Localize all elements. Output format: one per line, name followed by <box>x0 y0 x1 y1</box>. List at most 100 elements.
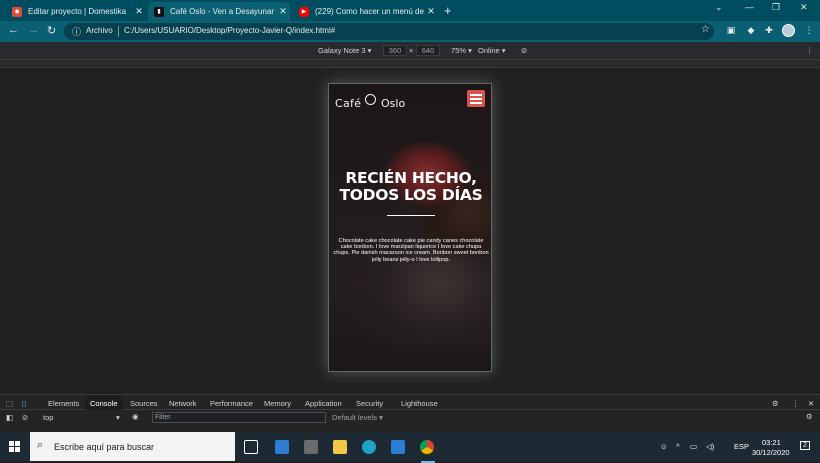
task-view-icon[interactable] <box>244 440 258 454</box>
device-select[interactable]: Galaxy Note 3 ▾ <box>318 46 371 55</box>
store-icon[interactable] <box>304 440 318 454</box>
tab-title: Café Oslo - Ven a Desayunar <box>170 7 275 16</box>
windows-start-icon[interactable] <box>9 441 20 452</box>
clock-date[interactable]: 30/12/2020 <box>752 448 790 457</box>
zoom-select[interactable]: 75% ▾ <box>451 46 472 55</box>
tab-elements[interactable]: Elements <box>48 399 79 408</box>
tray-overflow-icon[interactable]: ^ <box>676 442 680 451</box>
restore-icon[interactable]: ❐ <box>772 2 780 13</box>
hero-title: RECIÉN HECHO, TODOS LOS DÍAS <box>329 169 491 204</box>
tab-lighthouse[interactable]: Lighthouse <box>401 399 438 408</box>
tab-cafe-oslo[interactable]: ▮ Café Oslo - Ven a Desayunar ✕ <box>148 2 290 21</box>
tab-sources[interactable]: Sources <box>130 399 158 408</box>
file-explorer-icon[interactable] <box>333 440 347 454</box>
rotate-icon[interactable]: ⊘ <box>521 46 527 55</box>
extension-icon[interactable]: ◆ <box>746 25 756 35</box>
close-icon[interactable]: ✕ <box>808 399 814 408</box>
mail-icon[interactable] <box>275 440 289 454</box>
minimize-icon[interactable]: — <box>745 2 754 12</box>
device-toolbar: Galaxy Note 3 ▾ 360 × 640 75% ▾ Online ▾… <box>0 42 820 60</box>
tab-application[interactable]: Application <box>305 399 342 408</box>
chrome-icon[interactable] <box>420 440 434 454</box>
puzzle-icon[interactable]: ✚ <box>764 25 774 35</box>
hero-title-line-1: RECIÉN HECHO, <box>345 169 477 187</box>
close-icon[interactable]: ✕ <box>424 6 438 17</box>
tab-network[interactable]: Network <box>169 399 197 408</box>
height-input[interactable]: 640 <box>416 45 440 56</box>
tab-performance[interactable]: Performance <box>210 399 253 408</box>
hamburger-menu-button[interactable] <box>467 90 485 107</box>
clear-console-icon[interactable]: ⊘ <box>22 413 28 422</box>
device-menu-icon[interactable]: ⋮ <box>806 46 814 55</box>
search-icon: ⌕ <box>37 439 44 451</box>
gear-icon[interactable]: ⚙ <box>772 399 779 408</box>
browser-toolbar: ← → ↻ ⓘ Archivo C:/Users/USUARIO/Desktop… <box>0 21 820 42</box>
divider <box>118 26 119 37</box>
console-toolbar: ◧ ⊘ top ▾ ◉ Filter Default levels ▾ ⚙ <box>0 411 820 425</box>
logo-word-2[interactable]: Oslo <box>381 97 405 110</box>
clock-time[interactable]: 03:21 <box>762 438 781 447</box>
search-placeholder: Escribe aquí para buscar <box>54 442 155 452</box>
bookmark-star-icon[interactable]: ☆ <box>701 24 710 35</box>
tab-title: (229) Como hacer un menú de re <box>315 7 424 16</box>
info-icon[interactable]: ⓘ <box>72 25 81 38</box>
eye-icon[interactable]: ◉ <box>132 412 139 421</box>
media-query-ruler <box>0 60 820 68</box>
chevron-down-icon: ▾ <box>116 413 120 422</box>
coffee-cup-icon: ▮ <box>154 6 164 17</box>
tab-title: Editar proyecto | Domestika <box>28 7 127 16</box>
volume-icon[interactable]: ◁) <box>706 442 714 451</box>
reload-icon[interactable]: ↻ <box>47 24 56 37</box>
tab-console[interactable]: Console <box>85 395 123 410</box>
hero-paragraph: Chocolate cake chocolate cake pie candy … <box>333 238 489 263</box>
device-toggle-icon[interactable]: ▯ <box>22 399 26 408</box>
close-icon[interactable]: ✕ <box>132 6 146 17</box>
console-settings-icon[interactable]: ⚙ <box>806 412 813 421</box>
inspect-icon[interactable]: ⬚ <box>6 399 13 408</box>
youtube-icon: ▶ <box>299 6 309 17</box>
back-icon[interactable]: ← <box>8 24 19 36</box>
vscode-icon[interactable] <box>391 440 405 454</box>
width-input[interactable]: 360 <box>383 45 407 56</box>
tab-domestika[interactable]: ◆ Editar proyecto | Domestika ✕ <box>6 2 146 21</box>
network-icon[interactable]: ▭ <box>690 442 697 451</box>
device-screen: Café Oslo RECIÉN HECHO, TODOS LOS DÍAS C… <box>328 83 492 372</box>
tab-security[interactable]: Security <box>356 399 383 408</box>
logo-word-1[interactable]: Café <box>335 97 361 110</box>
forward-icon[interactable]: → <box>28 24 39 36</box>
taskbar-search-input[interactable]: ⌕ Escribe aquí para buscar <box>30 432 235 461</box>
domestika-icon: ◆ <box>12 6 22 17</box>
avatar[interactable] <box>782 24 795 37</box>
url-text[interactable]: C:/Users/USUARIO/Desktop/Proyecto-Javier… <box>124 26 335 35</box>
tab-strip: ◆ Editar proyecto | Domestika ✕ ▮ Café O… <box>0 0 820 21</box>
edge-icon[interactable] <box>362 440 376 454</box>
scheme-label: Archivo <box>86 26 113 35</box>
filter-input[interactable]: Filter <box>152 412 326 423</box>
extension-icon[interactable]: ▣ <box>726 25 736 35</box>
devtools-panel: ⬚ ▯ Elements Console Sources Network Per… <box>0 394 820 432</box>
more-icon[interactable]: ⋮ <box>792 399 800 408</box>
new-tab-button[interactable]: + <box>444 3 452 18</box>
language-indicator[interactable]: ESP <box>734 442 749 451</box>
notification-count[interactable]: 2 <box>800 441 810 450</box>
viewport-area: Café Oslo RECIÉN HECHO, TODOS LOS DÍAS C… <box>0 69 820 394</box>
context-select[interactable]: top <box>43 413 53 422</box>
dimension-separator: × <box>409 46 414 55</box>
devtools-tabs: ⬚ ▯ Elements Console Sources Network Per… <box>0 395 820 410</box>
log-levels-select[interactable]: Default levels ▾ <box>332 413 383 422</box>
tab-memory[interactable]: Memory <box>264 399 291 408</box>
hero-overlay <box>329 84 491 371</box>
tab-search-icon[interactable]: ⌄ <box>715 2 723 13</box>
close-window-icon[interactable]: ✕ <box>800 2 808 13</box>
people-icon[interactable]: ☺ <box>660 442 668 451</box>
sidebar-toggle-icon[interactable]: ◧ <box>6 413 13 422</box>
network-select[interactable]: Online ▾ <box>478 46 506 55</box>
hero-title-line-2: TODOS LOS DÍAS <box>339 186 483 204</box>
tab-youtube[interactable]: ▶ (229) Como hacer un menú de re ✕ <box>293 2 438 21</box>
address-bar[interactable]: ⓘ Archivo C:/Users/USUARIO/Desktop/Proye… <box>64 23 714 40</box>
hero-divider <box>387 215 435 216</box>
close-icon[interactable]: ✕ <box>276 6 290 17</box>
coffee-cup-logo-icon <box>365 94 376 105</box>
taskbar: ⌕ Escribe aquí para buscar ☺ ^ ▭ ◁) ESP … <box>0 432 820 463</box>
menu-kebab-icon[interactable]: ⋮ <box>804 25 814 35</box>
